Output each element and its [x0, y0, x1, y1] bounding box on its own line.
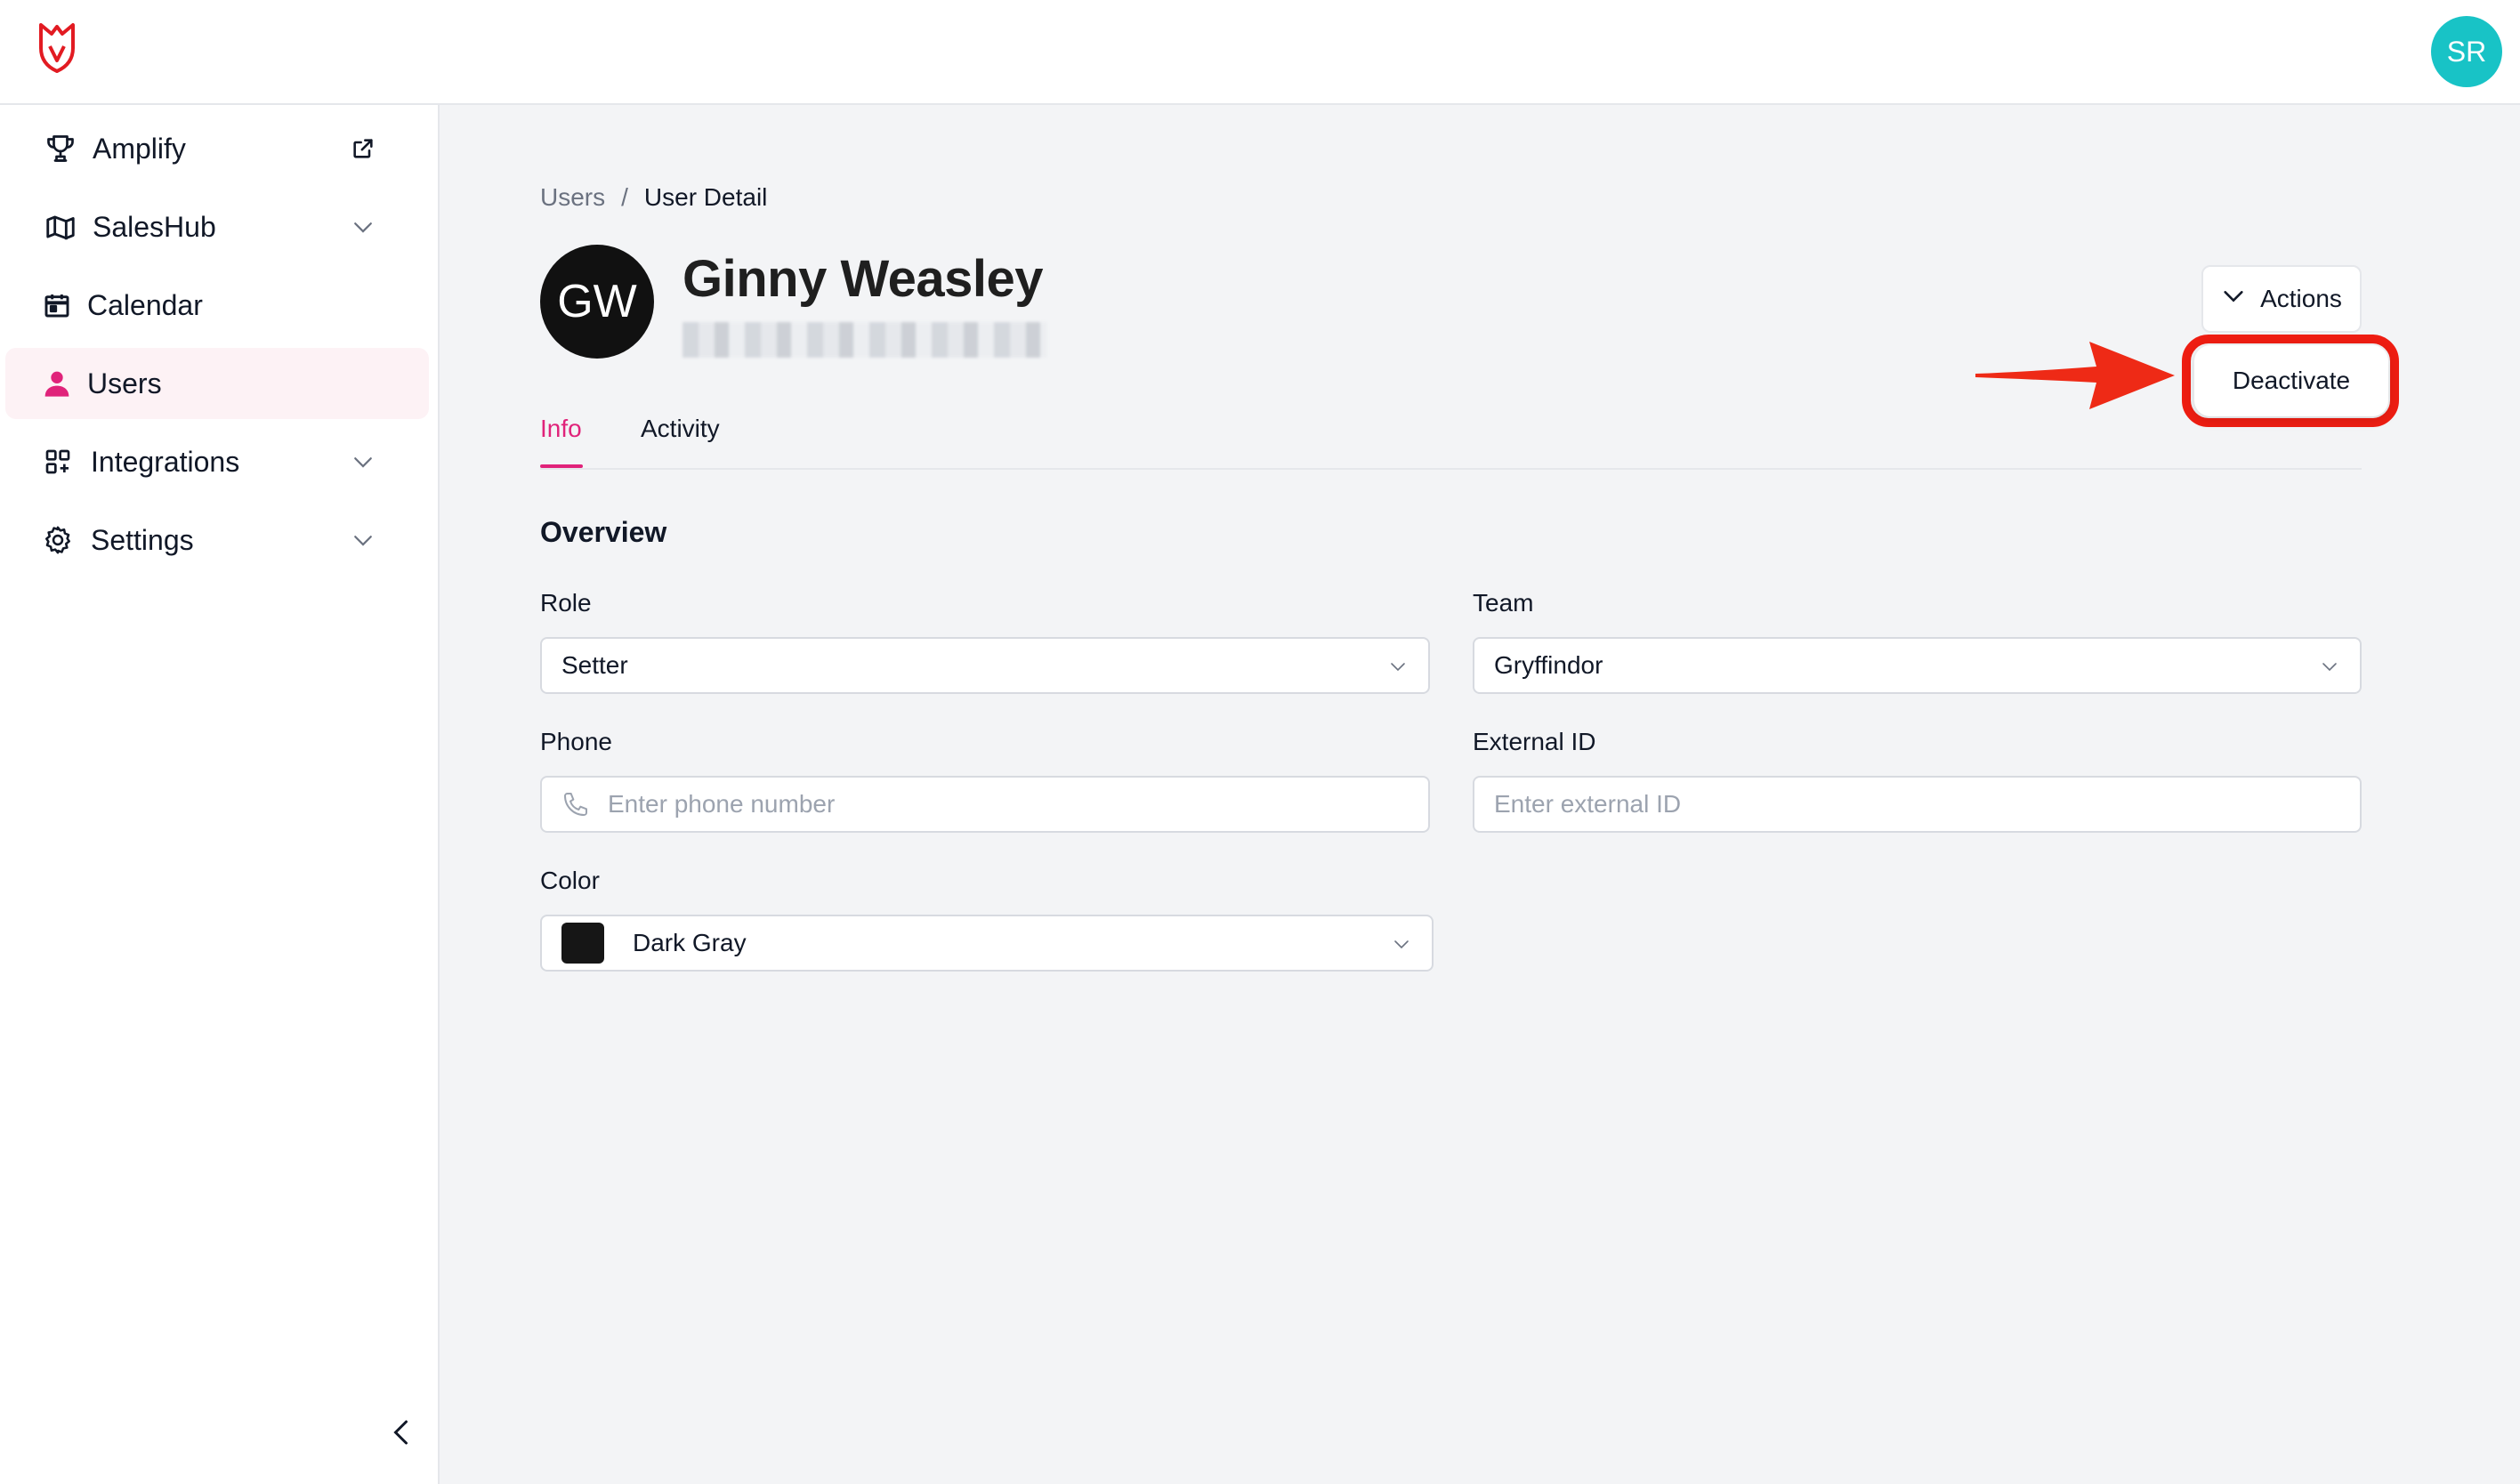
sidebar-item-label: Users — [87, 367, 162, 399]
color-swatch — [561, 923, 604, 964]
chevron-left-icon[interactable] — [384, 1415, 420, 1450]
phone-input[interactable]: Enter phone number — [540, 776, 1430, 833]
tab-info[interactable]: Info — [540, 415, 582, 443]
user-icon — [43, 366, 71, 401]
external-id-placeholder: Enter external ID — [1494, 790, 1682, 818]
external-link-icon[interactable] — [345, 131, 381, 166]
breadcrumb: Users / User Detail — [540, 183, 767, 212]
sidebar-item-amplify[interactable]: Amplify — [5, 113, 429, 184]
sidebar-item-label: Amplify — [93, 132, 186, 165]
team-value: Gryffindor — [1494, 651, 1603, 679]
map-icon — [43, 209, 78, 245]
user-avatar[interactable]: SR — [2431, 16, 2502, 87]
external-id-input[interactable]: Enter external ID — [1473, 776, 2362, 833]
chevron-down-icon — [2221, 284, 2246, 315]
breadcrumb-users-link[interactable]: Users — [540, 183, 605, 212]
chevron-down-icon[interactable] — [345, 209, 381, 245]
sidebar-item-saleshub[interactable]: SalesHub — [5, 191, 429, 262]
sidebar-item-users[interactable]: Users — [5, 348, 429, 419]
breadcrumb-separator: / — [621, 183, 628, 211]
annotation-arrow-icon — [1975, 342, 2175, 409]
actions-label: Actions — [2260, 285, 2342, 312]
phone-placeholder: Enter phone number — [608, 790, 836, 818]
redacted-email — [682, 322, 1047, 358]
chevron-down-icon[interactable] — [345, 522, 381, 558]
tab-activity[interactable]: Activity — [641, 415, 720, 443]
team-label: Team — [1473, 589, 1534, 617]
active-tab-indicator — [540, 464, 583, 468]
sidebar-item-label: Calendar — [87, 288, 203, 321]
chevron-down-icon — [2322, 663, 2337, 672]
actions-button[interactable]: Actions — [2201, 265, 2362, 333]
external-id-label: External ID — [1473, 728, 1596, 755]
trophy-icon — [43, 131, 78, 166]
top-bar: SR — [0, 0, 2520, 105]
user-avatar-large: GW — [540, 245, 654, 359]
page-title: Ginny Weasley — [682, 250, 1044, 308]
fox-logo-icon[interactable] — [36, 21, 78, 75]
breadcrumb-current: User Detail — [643, 183, 768, 211]
chevron-down-icon — [1394, 940, 1409, 949]
sidebar-item-label: Settings — [91, 523, 194, 556]
sidebar-item-integrations[interactable]: Integrations — [5, 426, 429, 497]
sidebar-item-calendar[interactable]: Calendar — [5, 270, 429, 341]
deactivate-menu-item[interactable]: Deactivate — [2194, 345, 2388, 416]
sidebar-item-label: Integrations — [91, 445, 240, 478]
chevron-down-icon[interactable] — [345, 444, 381, 480]
gear-icon — [43, 522, 73, 558]
sidebar-item-settings[interactable]: Settings — [5, 504, 429, 576]
tab-bar: Info Activity — [540, 409, 2362, 470]
role-label: Role — [540, 589, 592, 617]
phone-icon — [564, 793, 587, 816]
team-select[interactable]: Gryffindor — [1473, 637, 2362, 694]
sidebar-item-label: SalesHub — [93, 210, 216, 243]
phone-label: Phone — [540, 728, 612, 755]
grid-plus-icon — [43, 444, 73, 480]
color-label: Color — [540, 867, 600, 894]
role-select[interactable]: Setter — [540, 637, 1430, 694]
role-value: Setter — [561, 651, 628, 679]
color-value: Dark Gray — [633, 929, 747, 956]
color-select[interactable]: Dark Gray — [540, 915, 1434, 972]
sidebar: Amplify SalesHub Calendar Users Integrat… — [0, 105, 440, 1484]
calendar-icon — [43, 287, 71, 323]
chevron-down-icon — [1391, 663, 1405, 672]
section-title: Overview — [540, 516, 667, 548]
